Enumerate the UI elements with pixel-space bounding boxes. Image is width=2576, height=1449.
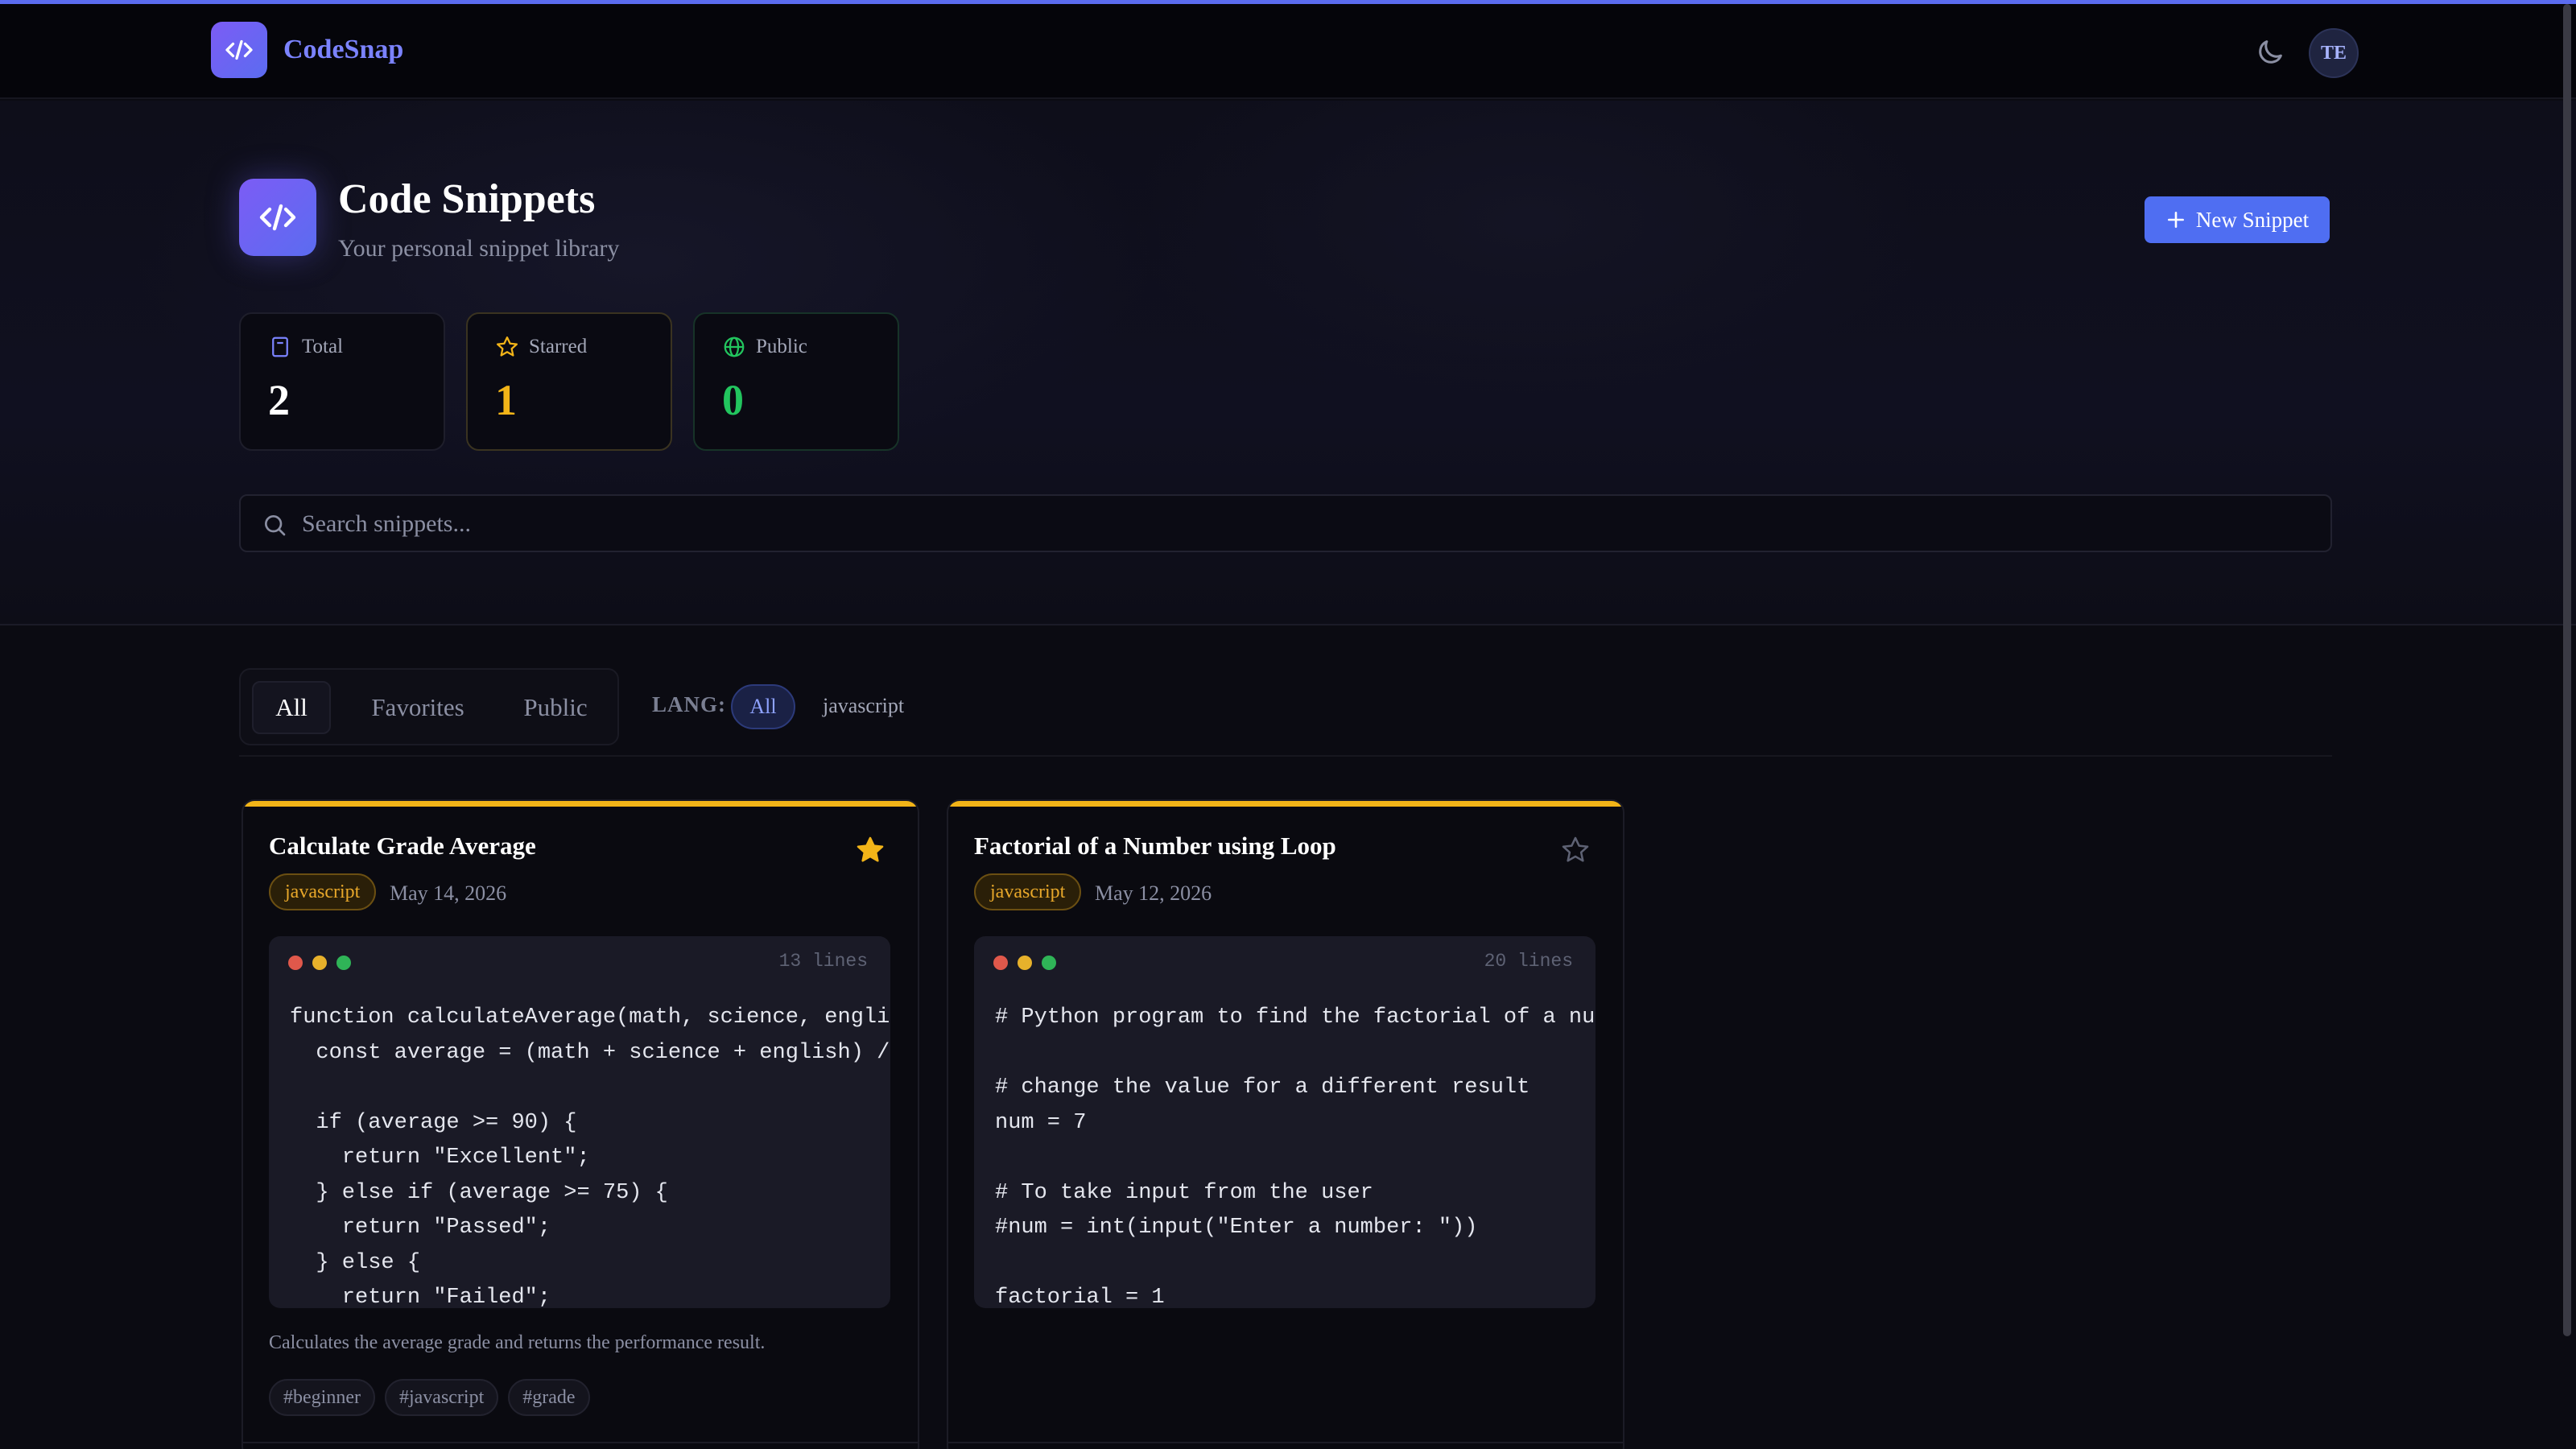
window-dot-red (993, 956, 1008, 970)
scrollbar[interactable] (2563, 4, 2571, 1336)
search-icon (262, 512, 287, 538)
star-icon (495, 335, 519, 359)
plus-icon (2165, 209, 2186, 230)
card-footer-divider (948, 1442, 1623, 1443)
code-icon (239, 179, 316, 256)
stat-card-public: Public 0 (693, 312, 899, 451)
snippet-title[interactable]: Calculate Grade Average (269, 832, 536, 861)
line-count: 13 lines (778, 951, 868, 972)
tab-all[interactable]: All (252, 681, 331, 734)
stat-label: Starred (529, 336, 588, 357)
card-accent-bar (948, 801, 1623, 807)
snippet-title[interactable]: Factorial of a Number using Loop (974, 832, 1336, 861)
star-outline-icon[interactable] (1560, 835, 1591, 865)
tab-public[interactable]: Public (503, 681, 608, 734)
stat-card-starred: Starred 1 (466, 312, 672, 451)
filter-tabs: All Favorites Public (239, 668, 619, 745)
code-text: function calculateAverage(math, science,… (290, 1005, 890, 1308)
language-badge: javascript (974, 873, 1082, 910)
stat-card-total: Total 2 (239, 312, 445, 451)
tag[interactable]: #beginner (269, 1379, 375, 1416)
globe-icon (722, 335, 746, 359)
tab-favorites[interactable]: Favorites (345, 681, 490, 734)
top-navbar: CodeSnap TE (0, 4, 2576, 99)
page-subtitle: Your personal snippet library (338, 235, 620, 262)
code-icon[interactable] (211, 22, 267, 78)
tag-list: #beginner #javascript #grade (269, 1379, 590, 1416)
tag[interactable]: #javascript (384, 1379, 499, 1416)
stat-label: Total (302, 336, 344, 357)
card-footer-divider (243, 1442, 918, 1443)
page-title: Code Snippets (338, 176, 596, 222)
tag[interactable]: #grade (508, 1379, 590, 1416)
snippet-card[interactable]: Calculate Grade Average javascript May 1… (242, 799, 919, 1449)
code-preview[interactable]: 20 lines # Python program to find the fa… (974, 936, 1596, 1308)
language-badge: javascript (269, 873, 377, 910)
new-snippet-label: New Snippet (2195, 207, 2310, 232)
window-dot-yellow (1018, 956, 1032, 970)
stat-label: Public (756, 336, 807, 357)
lang-filter-label: LANG: (652, 692, 726, 716)
stat-value: 1 (495, 376, 517, 424)
star-icon[interactable] (855, 835, 886, 865)
new-snippet-button[interactable]: New Snippet (2145, 196, 2330, 243)
divider (239, 755, 2332, 757)
snippet-date: May 12, 2026 (1095, 881, 1212, 905)
snippet-date: May 14, 2026 (390, 881, 507, 905)
snippet-card[interactable]: Factorial of a Number using Loop javascr… (947, 799, 1624, 1449)
line-count: 20 lines (1484, 951, 1573, 972)
lang-filter-javascript[interactable]: javascript (823, 694, 904, 718)
search-input[interactable] (302, 504, 2298, 544)
window-dot-red (288, 956, 303, 970)
card-accent-bar (243, 801, 918, 807)
stat-value: 2 (268, 376, 290, 424)
window-dot-green (1042, 956, 1056, 970)
moon-icon[interactable] (2254, 36, 2286, 68)
brand-name[interactable]: CodeSnap (283, 35, 403, 65)
avatar[interactable]: TE (2309, 28, 2359, 78)
lang-filter-all[interactable]: All (731, 684, 795, 729)
window-dot-yellow (312, 956, 327, 970)
window-dot-green (336, 956, 351, 970)
code-text: # Python program to find the factorial o… (995, 1005, 1596, 1308)
search-bar (239, 494, 2332, 552)
code-preview[interactable]: 13 lines function calculateAverage(math,… (269, 936, 890, 1308)
snippet-description: Calculates the average grade and returns… (269, 1332, 766, 1353)
stat-value: 0 (722, 376, 744, 424)
bookmark-icon (268, 335, 292, 359)
